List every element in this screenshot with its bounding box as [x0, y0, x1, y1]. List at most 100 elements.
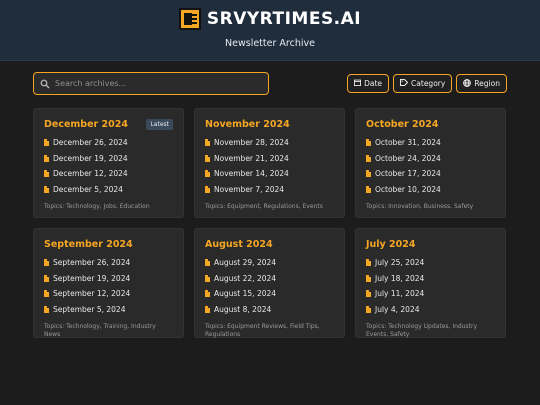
issue-link[interactable]: September 5, 2024 [44, 302, 173, 318]
card-title: August 2024 [205, 239, 273, 250]
document-icon [366, 274, 371, 282]
filter-category-label: Category [411, 79, 446, 88]
issue-date: September 12, 2024 [53, 289, 131, 299]
document-icon [44, 274, 49, 282]
archive-card-october[interactable]: October 2024 October 31, 2024 October 24… [355, 108, 506, 218]
issue-link[interactable]: July 4, 2024 [366, 302, 495, 318]
issue-date: September 5, 2024 [53, 304, 126, 314]
issue-date: August 29, 2024 [214, 258, 277, 268]
archive-card-november[interactable]: November 2024 November 28, 2024 November… [194, 108, 345, 218]
archive-card-september[interactable]: September 2024 September 26, 2024 Septem… [33, 228, 184, 338]
filter-region-button[interactable]: Region [456, 74, 507, 93]
issue-link[interactable]: August 29, 2024 [205, 255, 334, 271]
calendar-icon [354, 79, 362, 88]
document-icon [205, 274, 210, 282]
document-icon [366, 139, 371, 147]
card-topics: Topics: Technology Updates, Industry Eve… [366, 323, 478, 338]
issue-link[interactable]: November 21, 2024 [205, 151, 334, 167]
issue-link[interactable]: December 12, 2024 [44, 166, 173, 182]
site-header: SRVYRTIMES.AI Newsletter Archive [0, 0, 540, 61]
document-icon [366, 170, 371, 178]
brand[interactable]: SRVYRTIMES.AI [0, 8, 540, 30]
issue-link[interactable]: July 18, 2024 [366, 271, 495, 287]
document-icon [44, 305, 49, 313]
search-input[interactable] [55, 79, 255, 88]
archive-card-july[interactable]: July 2024 July 25, 2024 July 18, 2024 Ju… [355, 228, 506, 338]
issue-link[interactable]: November 28, 2024 [205, 135, 334, 151]
issue-link[interactable]: September 19, 2024 [44, 271, 173, 287]
document-icon [366, 259, 371, 267]
issue-date: July 11, 2024 [375, 289, 425, 299]
document-icon [205, 170, 210, 178]
card-topics: Topics: Equipment, Regulations, Events [205, 203, 323, 210]
issue-date: September 26, 2024 [53, 258, 131, 268]
document-icon [44, 170, 49, 178]
issue-link[interactable]: December 19, 2024 [44, 151, 173, 167]
filter-date-button[interactable]: Date [347, 74, 390, 93]
issue-link[interactable]: September 26, 2024 [44, 255, 173, 271]
issue-date: November 14, 2024 [214, 169, 289, 179]
document-icon [44, 290, 49, 298]
issue-date: October 31, 2024 [375, 138, 441, 148]
issue-link[interactable]: August 22, 2024 [205, 271, 334, 287]
issue-link[interactable]: October 17, 2024 [366, 166, 495, 182]
issue-date: December 26, 2024 [53, 138, 128, 148]
issue-link[interactable]: December 5, 2024 [44, 182, 173, 198]
card-title: November 2024 [205, 119, 290, 130]
search-box[interactable] [33, 72, 269, 95]
issue-date: October 17, 2024 [375, 169, 441, 179]
card-topics: Topics: Technology, Jobs, Education [44, 203, 150, 210]
issue-date: November 21, 2024 [214, 153, 289, 163]
issue-date: September 19, 2024 [53, 273, 131, 283]
page-subtitle: Newsletter Archive [225, 38, 315, 49]
document-icon [44, 185, 49, 193]
filter-category-button[interactable]: Category [393, 74, 453, 93]
issue-date: December 19, 2024 [53, 153, 128, 163]
card-title: September 2024 [44, 239, 133, 250]
issue-link[interactable]: November 14, 2024 [205, 166, 334, 182]
brand-title: SRVYRTIMES.AI [206, 9, 362, 29]
issue-link[interactable]: October 24, 2024 [366, 151, 495, 167]
newspaper-logo-icon [178, 8, 201, 30]
issue-link[interactable]: July 11, 2024 [366, 286, 495, 302]
filter-date-label: Date [364, 79, 383, 88]
document-icon [44, 259, 49, 267]
archive-card-december[interactable]: December 2024 Latest December 26, 2024 D… [33, 108, 184, 218]
issue-link[interactable]: August 15, 2024 [205, 286, 334, 302]
issue-link[interactable]: November 7, 2024 [205, 182, 334, 198]
document-icon [44, 139, 49, 147]
issue-date: December 5, 2024 [53, 184, 123, 194]
archive-card-august[interactable]: August 2024 August 29, 2024 August 22, 2… [194, 228, 345, 338]
archive-grid: December 2024 Latest December 26, 2024 D… [33, 108, 507, 338]
card-title: October 2024 [366, 119, 439, 130]
document-icon [44, 154, 49, 162]
document-icon [366, 185, 371, 193]
issue-date: August 22, 2024 [214, 273, 277, 283]
document-icon [366, 305, 371, 313]
issue-date: August 15, 2024 [214, 289, 277, 299]
issue-date: August 8, 2024 [214, 304, 272, 314]
issue-link[interactable]: October 31, 2024 [366, 135, 495, 151]
document-icon [205, 185, 210, 193]
issue-date: July 4, 2024 [375, 304, 420, 314]
filter-region-label: Region [474, 79, 500, 88]
issue-date: July 25, 2024 [375, 258, 425, 268]
card-topics: Topics: Innovation, Business, Safety [366, 203, 474, 210]
document-icon [205, 139, 210, 147]
issue-link[interactable]: July 25, 2024 [366, 255, 495, 271]
issue-link[interactable]: September 12, 2024 [44, 286, 173, 302]
issue-date: December 12, 2024 [53, 169, 128, 179]
card-topics: Topics: Equipment Reviews, Field Tips, R… [205, 323, 320, 338]
issue-link[interactable]: December 26, 2024 [44, 135, 173, 151]
card-topics: Topics: Technology, Training, Industry N… [44, 323, 156, 338]
document-icon [205, 154, 210, 162]
issue-date: November 28, 2024 [214, 138, 289, 148]
issue-link[interactable]: August 8, 2024 [205, 302, 334, 318]
latest-badge: Latest [146, 119, 173, 130]
issue-date: October 10, 2024 [375, 184, 441, 194]
document-icon [205, 305, 210, 313]
document-icon [366, 290, 371, 298]
globe-icon [463, 78, 472, 89]
document-icon [205, 259, 210, 267]
issue-link[interactable]: October 10, 2024 [366, 182, 495, 198]
